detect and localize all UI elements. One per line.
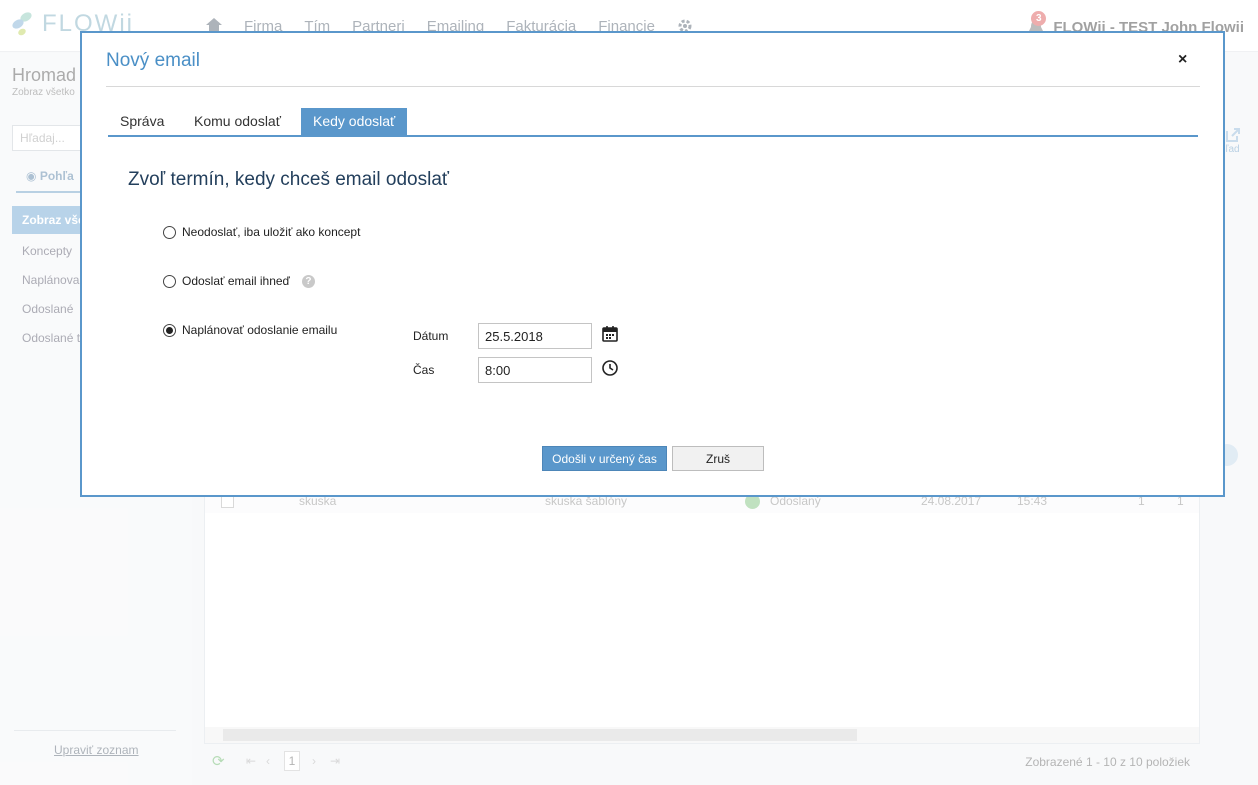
cancel-button[interactable]: Zruš (672, 446, 764, 471)
tab-schedule[interactable]: Kedy odoslať (301, 108, 408, 135)
tab-recipients[interactable]: Komu odoslať (182, 108, 293, 135)
option-send-now[interactable]: Odoslať email ihneď ? (163, 274, 315, 288)
send-scheduled-button[interactable]: Odošli v určený čas (542, 446, 667, 471)
date-label: Dátum (413, 329, 449, 343)
time-label: Čas (413, 363, 435, 377)
time-field[interactable] (478, 357, 592, 383)
dialog-tabs: Správa Komu odoslať Kedy odoslať (108, 108, 1198, 137)
tab-message[interactable]: Správa (108, 108, 176, 135)
option-schedule-label: Naplánovať odoslanie emailu (182, 323, 338, 337)
calendar-icon[interactable] (601, 325, 619, 343)
radio-send-now[interactable] (163, 274, 176, 288)
option-schedule[interactable]: Naplánovať odoslanie emailu (163, 323, 337, 337)
option-send-now-label: Odoslať email ihneď (182, 274, 290, 288)
close-icon[interactable]: × (1178, 51, 1187, 69)
section-heading: Zvoľ termín, kedy chceš email odoslať (128, 169, 450, 190)
radio-draft[interactable] (163, 225, 176, 239)
option-draft-label: Neodoslať, iba uložiť ako koncept (182, 225, 361, 239)
clock-icon[interactable] (601, 359, 619, 377)
radio-schedule[interactable] (163, 323, 176, 337)
date-field[interactable] (478, 323, 592, 349)
title-divider (106, 86, 1200, 87)
new-email-dialog: Nový email × Správa Komu odoslať Kedy od… (80, 31, 1225, 497)
option-draft[interactable]: Neodoslať, iba uložiť ako koncept (163, 225, 360, 239)
dialog-title: Nový email (106, 50, 200, 71)
help-icon[interactable]: ? (301, 274, 315, 288)
